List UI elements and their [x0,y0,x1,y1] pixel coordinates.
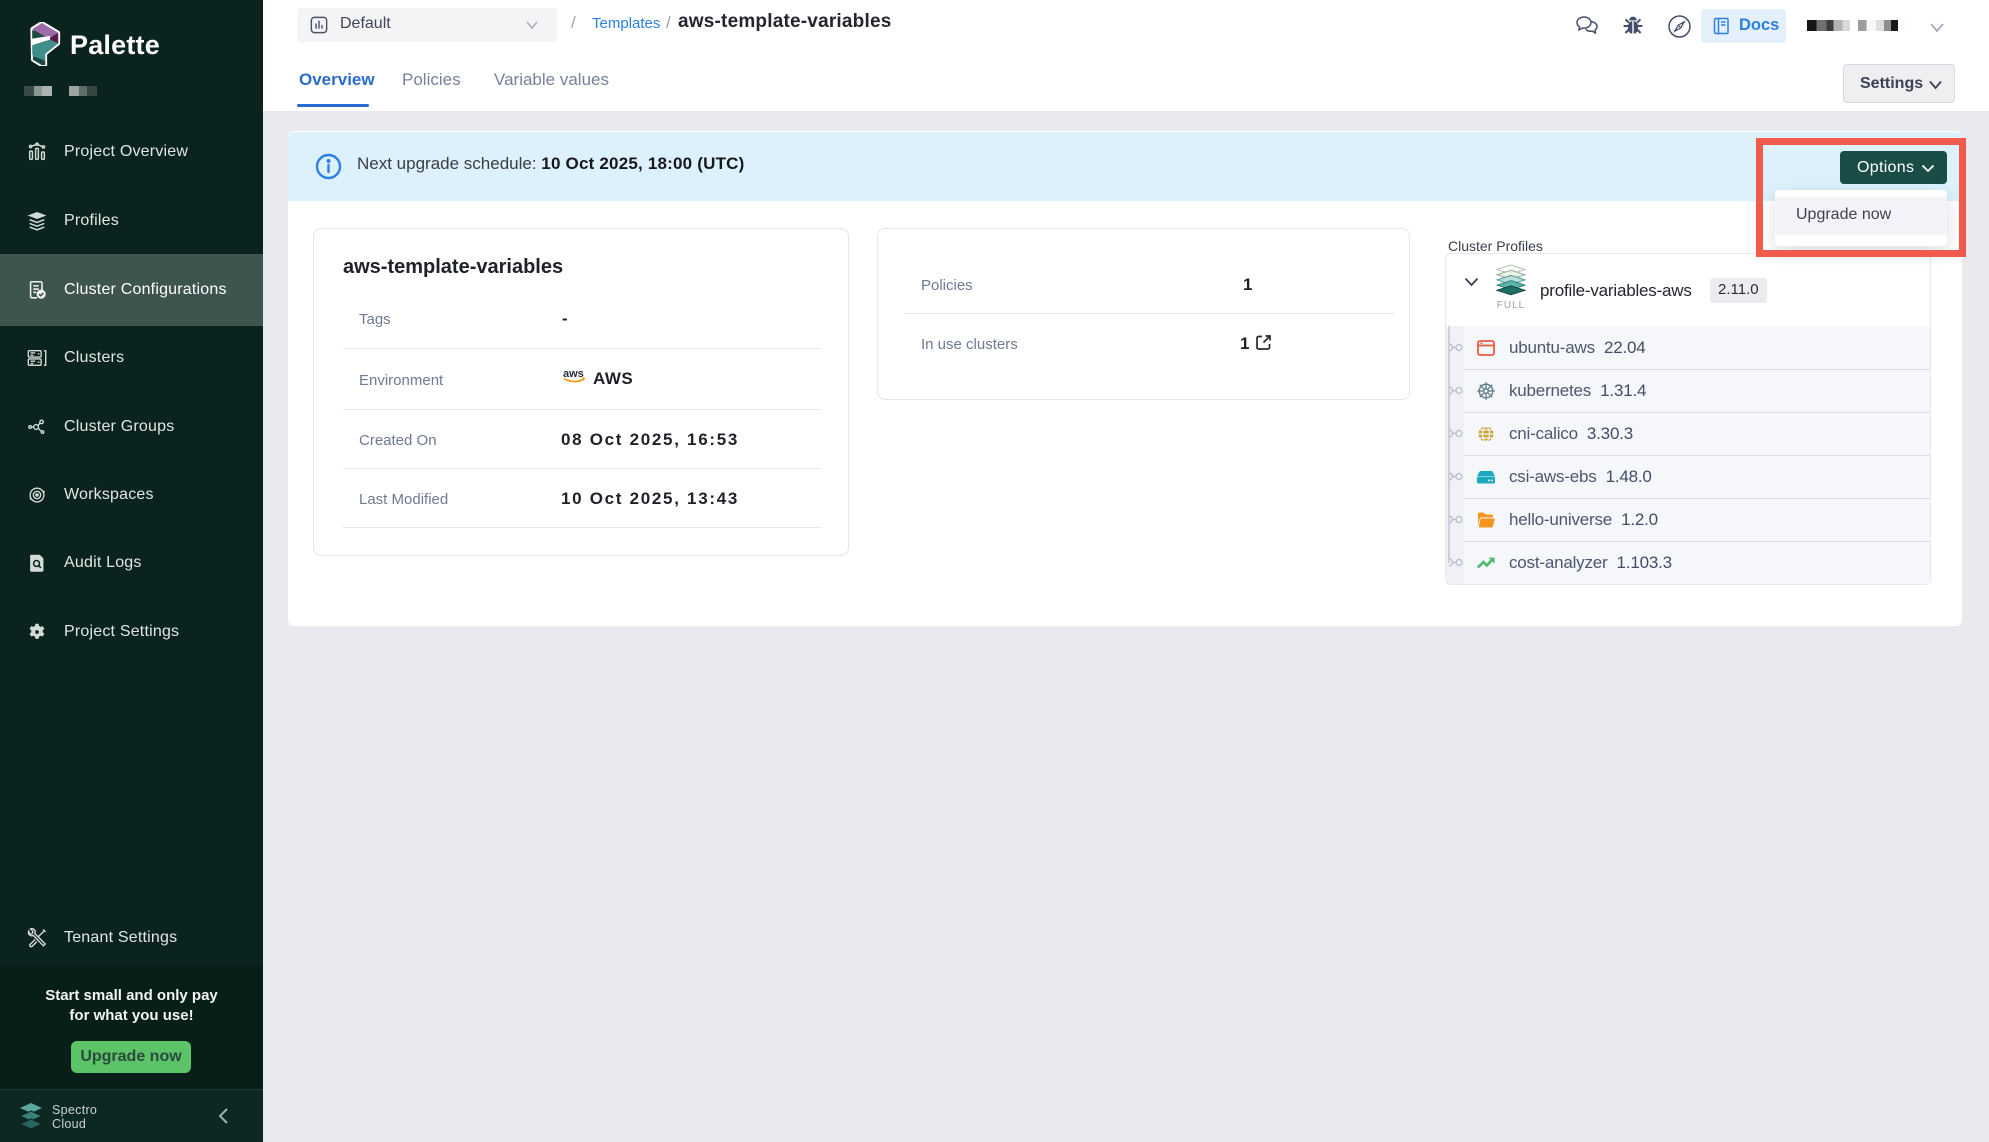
svg-text:aws: aws [563,368,584,380]
